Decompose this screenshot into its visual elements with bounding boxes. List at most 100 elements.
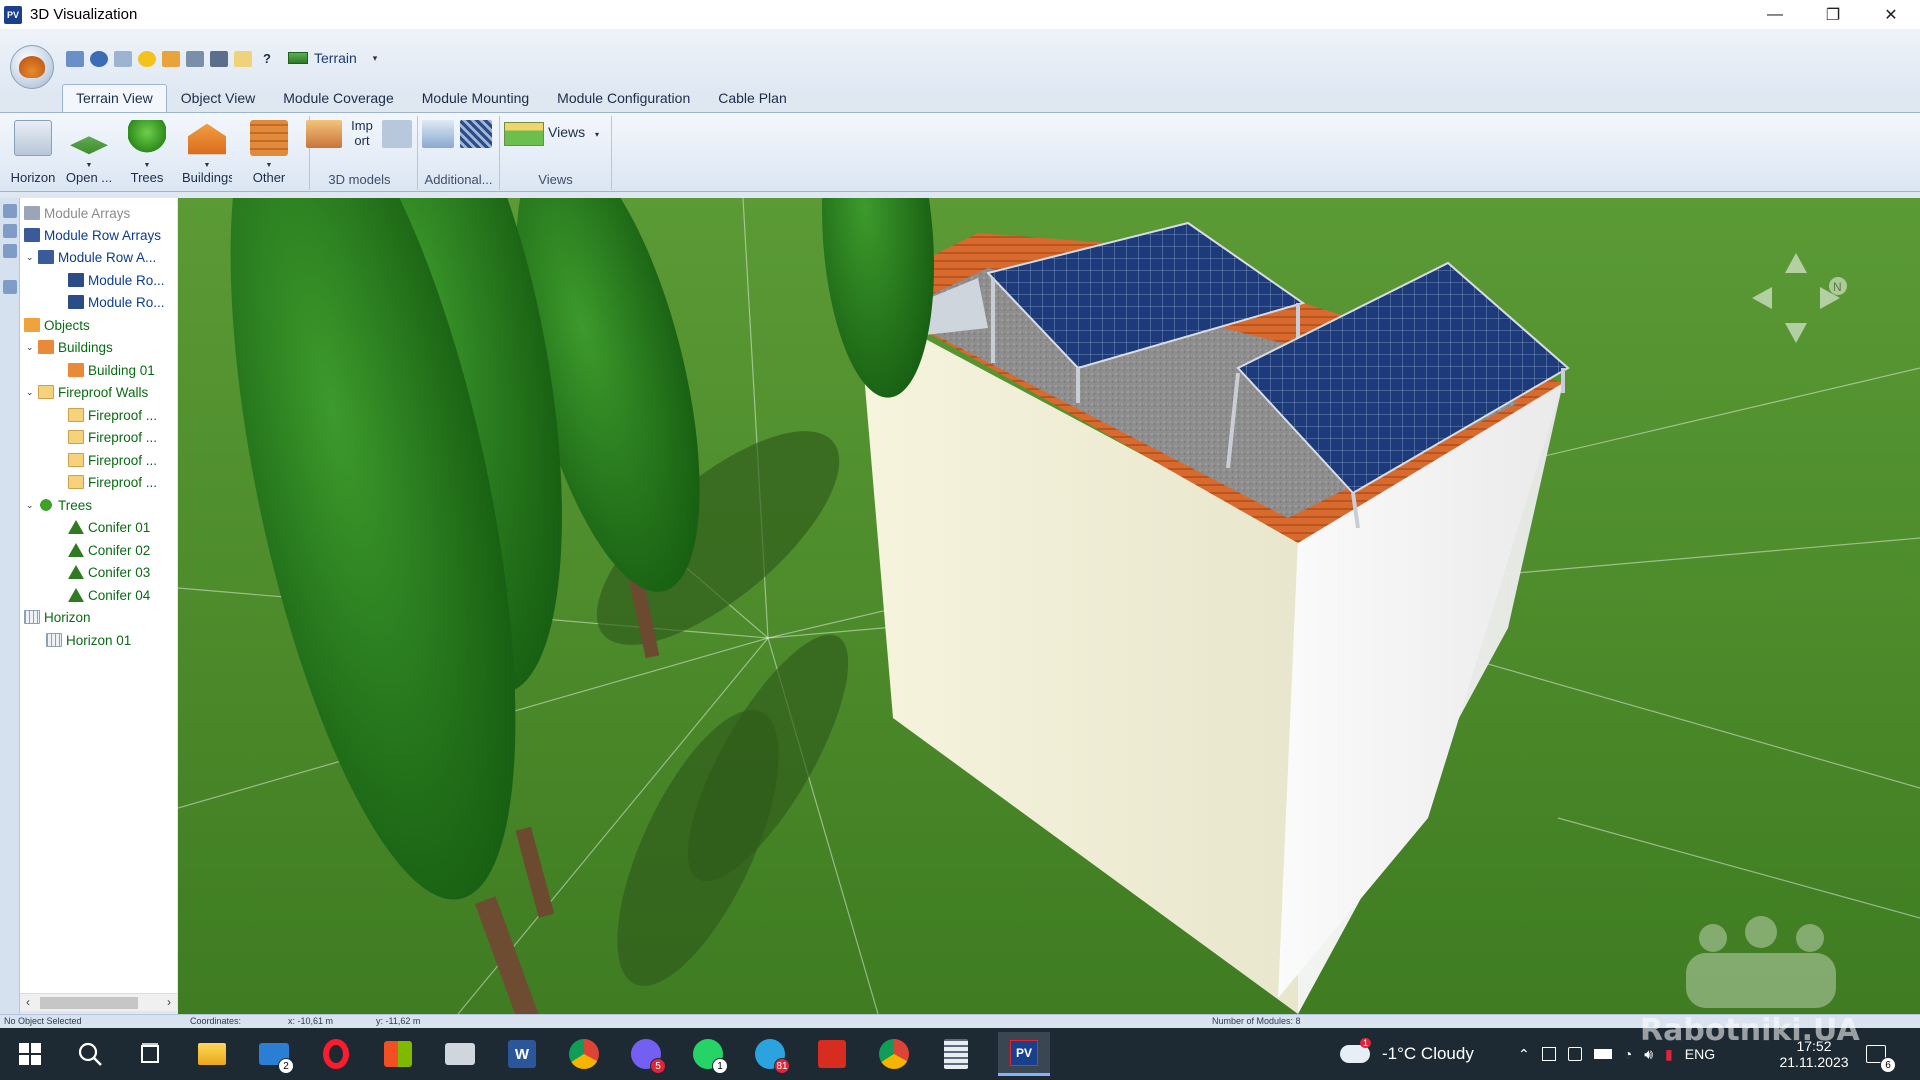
restore-button[interactable]: ❐ [1804, 0, 1862, 29]
chart-icon[interactable] [162, 51, 180, 67]
taskbar-pvsol-active[interactable]: PV [998, 1032, 1050, 1076]
taskbar-calculator[interactable] [938, 1036, 974, 1072]
application-menu-button[interactable] [10, 45, 54, 89]
tab-object-view[interactable]: Object View [167, 84, 269, 112]
taskbar-mail[interactable]: 2 [256, 1036, 294, 1074]
collapse-icon[interactable]: ⌄ [26, 342, 38, 353]
tree-node-fireproof-4[interactable]: Fireproof ... [68, 471, 157, 493]
tree-horizontal-scrollbar[interactable]: ‹ › [20, 993, 177, 1011]
info-icon[interactable] [90, 51, 108, 67]
properties-icon[interactable] [3, 280, 17, 294]
tree-node-objects[interactable]: Objects [24, 314, 90, 336]
battery-icon[interactable] [1593, 1049, 1612, 1059]
sun-icon[interactable] [138, 51, 156, 67]
tree-node-conifer-03[interactable]: Conifer 03 [68, 561, 150, 583]
store-icon [384, 1041, 412, 1067]
chevron-up-icon[interactable]: ⌃ [1518, 1046, 1530, 1063]
tools-icon[interactable] [186, 51, 204, 67]
language-indicator[interactable]: ENG [1685, 1046, 1715, 1062]
tree-node-module-arrays[interactable]: Module Arrays [24, 202, 130, 224]
tree-node-conifer-01[interactable]: Conifer 01 [68, 516, 150, 538]
tab-module-mounting[interactable]: Module Mounting [408, 84, 543, 112]
taskbar-viber[interactable]: 5 [628, 1036, 666, 1074]
tree-node-fireproof-walls[interactable]: ⌄ Fireproof Walls [26, 381, 148, 403]
conifer-icon [68, 520, 84, 534]
import-button[interactable]: Imp ort [346, 118, 378, 148]
task-view-button[interactable] [132, 1036, 168, 1072]
layers-icon[interactable] [3, 244, 17, 258]
horizon-icon [14, 120, 52, 156]
collapse-icon[interactable]: ⌄ [26, 387, 38, 398]
other-objects-button[interactable]: ▼ Other [244, 118, 294, 188]
network-drive-icon[interactable] [1567, 1047, 1582, 1061]
wifi-icon[interactable]: ◔ [1624, 1046, 1632, 1062]
taskbar-opera[interactable] [318, 1036, 354, 1072]
tree-node-module-ro-1[interactable]: Module Ro... [68, 269, 165, 291]
grid-icon[interactable] [3, 224, 17, 238]
taskbar-chrome[interactable] [566, 1036, 602, 1072]
help-icon[interactable]: ? [258, 51, 276, 67]
notification-center-button[interactable]: 6 [1866, 1028, 1896, 1080]
taskbar-scanner[interactable] [442, 1036, 478, 1072]
tab-cable-plan[interactable]: Cable Plan [704, 84, 801, 112]
module-layer-icon[interactable] [460, 120, 492, 148]
open-terrain-button[interactable]: ▼ Open ... [64, 118, 114, 188]
taskbar-whatsapp[interactable]: 1 [690, 1036, 728, 1074]
tree-node-module-row-a[interactable]: ⌄ Module Row A... [26, 246, 156, 268]
tree-node-conifer-04[interactable]: Conifer 04 [68, 584, 150, 606]
volume-icon[interactable]: 🔊︎ [1644, 1046, 1653, 1063]
mail-icon[interactable] [234, 51, 252, 67]
collapse-icon[interactable]: ⌄ [26, 500, 38, 511]
buildings-button[interactable]: ▼ Buildings [182, 118, 232, 188]
taskbar-chrome-2[interactable] [876, 1036, 912, 1072]
taskbar-word[interactable]: W [504, 1036, 540, 1072]
start-button[interactable] [12, 1036, 48, 1072]
scroll-right-icon[interactable]: › [167, 995, 171, 1009]
views-icon[interactable] [504, 122, 544, 146]
horizon-button[interactable]: Horizon [8, 118, 58, 188]
module-count: Number of Modules: 8 [1212, 1016, 1301, 1026]
tree-node-conifer-02[interactable]: Conifer 02 [68, 539, 150, 561]
collapse-icon[interactable]: ⌄ [26, 252, 38, 263]
tree-node-buildings[interactable]: ⌄ Buildings [26, 336, 113, 358]
scrollbar-thumb[interactable] [40, 997, 138, 1009]
undo-icon[interactable] [66, 51, 84, 67]
search-icon[interactable] [114, 51, 132, 67]
taskbar-acrobat[interactable] [814, 1036, 850, 1072]
views-dropdown[interactable]: Views ▾ [548, 124, 599, 140]
measure-icon[interactable] [422, 120, 454, 148]
tree-node-module-row-arrays[interactable]: Module Row Arrays [24, 224, 161, 246]
taskbar-store[interactable] [380, 1036, 416, 1072]
truck-icon[interactable] [210, 51, 228, 67]
trees-button[interactable]: ▼ Trees [122, 118, 172, 188]
tree-node-horizon-01[interactable]: Horizon 01 [46, 629, 131, 651]
3d-model-icon[interactable] [306, 120, 342, 148]
minimize-button[interactable]: — [1746, 0, 1804, 29]
terrain-dropdown[interactable]: Terrain ▾ [288, 50, 377, 66]
tab-terrain-view[interactable]: Terrain View [62, 84, 167, 112]
tree-node-fireproof-3[interactable]: Fireproof ... [68, 449, 157, 471]
tree-node-fireproof-1[interactable]: Fireproof ... [68, 404, 157, 426]
tree-node-fireproof-2[interactable]: Fireproof ... [68, 426, 157, 448]
weather-widget[interactable]: 1 -1°C Cloudy [1340, 1028, 1474, 1080]
tab-module-coverage[interactable]: Module Coverage [269, 84, 408, 112]
taskbar-explorer[interactable] [194, 1036, 230, 1072]
tab-module-configuration[interactable]: Module Configuration [543, 84, 704, 112]
tree-node-module-ro-2[interactable]: Module Ro... [68, 291, 165, 313]
taskbar-telegram[interactable]: 81 [752, 1036, 790, 1074]
security-icon[interactable]: ▮ [1665, 1046, 1673, 1063]
tree-node-trees[interactable]: ⌄ Trees [26, 494, 92, 516]
tree-node-horizon[interactable]: Horizon [24, 606, 91, 628]
tree-node-building-01[interactable]: Building 01 [68, 359, 155, 381]
search-button[interactable] [72, 1036, 108, 1072]
3d-viewport[interactable]: N [178, 198, 1920, 1014]
close-button[interactable]: ✕ [1862, 0, 1920, 29]
selection-status: No Object Selected [4, 1016, 82, 1026]
scroll-left-icon[interactable]: ‹ [26, 995, 30, 1009]
terrain-plane-icon [70, 136, 108, 155]
device-icon[interactable] [1541, 1047, 1556, 1061]
model-library-icon[interactable] [382, 120, 412, 148]
expand-panel-icon[interactable] [3, 204, 17, 218]
building-icon [38, 340, 54, 354]
terrain-objects-group: Horizon ▼ Open ... ▼ Trees ▼ Buildings ▼… [8, 116, 310, 190]
